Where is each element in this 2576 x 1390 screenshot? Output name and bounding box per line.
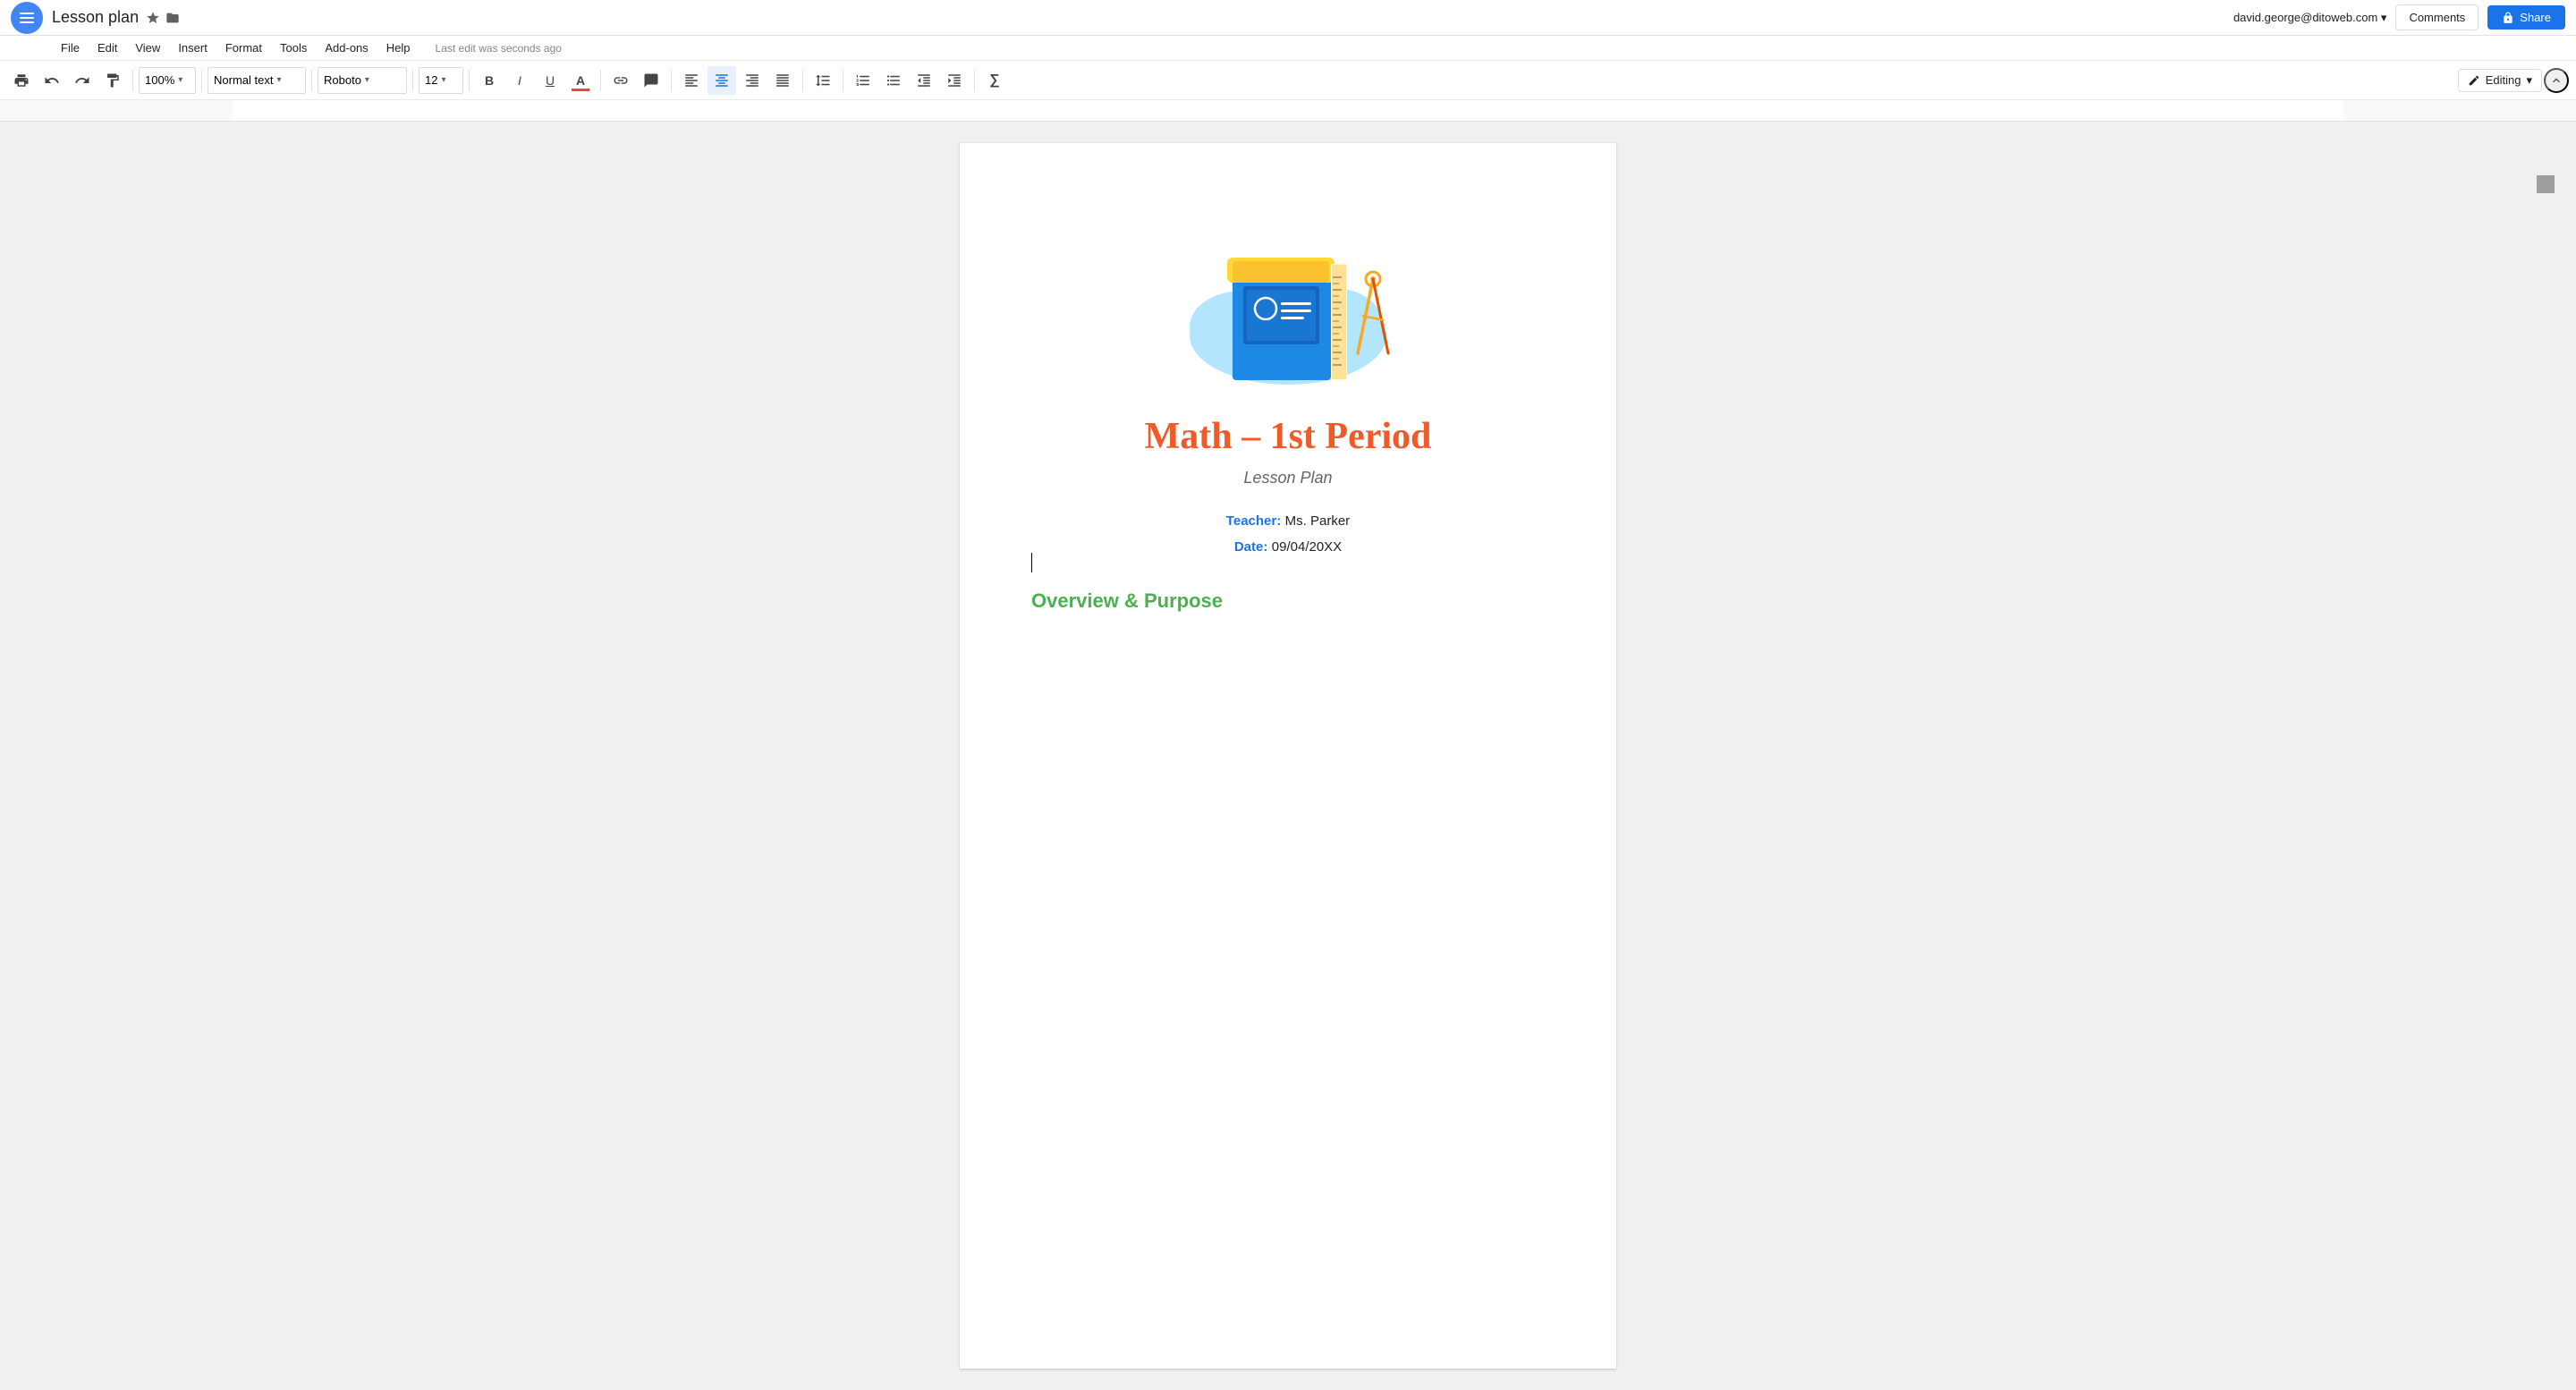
collapse-toolbar-button[interactable]	[2544, 68, 2569, 93]
document-page[interactable]: Math – 1st Period Lesson Plan Teacher: M…	[960, 143, 1616, 1369]
teacher-label: Teacher:	[1226, 513, 1281, 529]
menu-format[interactable]: Format	[218, 38, 269, 57]
align-center-button[interactable]	[708, 66, 736, 95]
date-line: Date: 09/04/20XX	[1031, 535, 1545, 561]
numbered-list-button[interactable]	[849, 66, 877, 95]
document-main-title: Math – 1st Period	[1031, 415, 1545, 458]
font-color-button[interactable]: A	[566, 66, 595, 95]
justify-button[interactable]	[768, 66, 797, 95]
bulleted-list-button[interactable]	[879, 66, 908, 95]
folder-icon[interactable]	[165, 11, 180, 25]
divider-5	[469, 70, 470, 91]
menu-insert[interactable]: Insert	[171, 38, 215, 57]
align-left-button[interactable]	[677, 66, 706, 95]
text-style-selector[interactable]: Normal text ▾	[208, 67, 306, 94]
date-label: Date:	[1234, 539, 1268, 555]
main-content: Math – 1st Period Lesson Plan Teacher: M…	[0, 122, 2576, 1390]
divider-7	[671, 70, 672, 91]
math-illustration	[1154, 197, 1422, 394]
zoom-selector[interactable]: 100% ▾	[139, 67, 196, 94]
divider-1	[132, 70, 133, 91]
lock-icon	[2502, 12, 2514, 24]
menu-bar: File Edit View Insert Format Tools Add-o…	[0, 36, 2576, 61]
divider-8	[802, 70, 803, 91]
divider-4	[412, 70, 413, 91]
app-menu-button[interactable]	[11, 2, 43, 34]
indent-less-button[interactable]	[910, 66, 938, 95]
bold-button[interactable]: B	[475, 66, 504, 95]
section-title: Overview & Purpose	[1031, 589, 1545, 613]
last-edit-status: Last edit was seconds ago	[436, 42, 562, 55]
top-bar: Lesson plan david.george@ditoweb.com ▾ C…	[0, 0, 2576, 36]
comment-button[interactable]	[637, 66, 665, 95]
teacher-value: Ms. Parker	[1285, 513, 1351, 529]
menu-edit[interactable]: Edit	[90, 38, 124, 57]
paint-format-button[interactable]	[98, 66, 127, 95]
teacher-line: Teacher: Ms. Parker	[1031, 509, 1545, 535]
comments-button[interactable]: Comments	[2395, 4, 2479, 30]
print-button[interactable]	[7, 66, 36, 95]
editing-mode-arrow: ▾	[2526, 73, 2532, 88]
toolbar: 100% ▾ Normal text ▾ Roboto ▾ 12 ▾ B I U…	[0, 61, 2576, 100]
menu-tools[interactable]: Tools	[273, 38, 314, 57]
redo-button[interactable]	[68, 66, 97, 95]
menu-help[interactable]: Help	[379, 38, 418, 57]
menu-file[interactable]: File	[54, 38, 87, 57]
divider-2	[201, 70, 202, 91]
ruler	[0, 100, 2576, 122]
font-size-selector[interactable]: 12 ▾	[419, 67, 463, 94]
ruler-inner	[233, 100, 2343, 121]
title-icons	[146, 11, 180, 25]
document-title[interactable]: Lesson plan	[52, 8, 139, 27]
menu-view[interactable]: View	[128, 38, 167, 57]
menu-addons[interactable]: Add-ons	[318, 38, 375, 57]
page-thumbnail[interactable]	[2537, 175, 2555, 193]
share-label: Share	[2520, 11, 2551, 24]
user-email[interactable]: david.george@ditoweb.com ▾	[2233, 11, 2386, 25]
undo-button[interactable]	[38, 66, 66, 95]
font-selector[interactable]: Roboto ▾	[318, 67, 407, 94]
line-spacing-button[interactable]	[809, 66, 837, 95]
editing-mode-selector[interactable]: Editing ▾	[2458, 69, 2542, 92]
text-cursor	[1031, 553, 1032, 572]
divider-3	[311, 70, 312, 91]
divider-6	[600, 70, 601, 91]
divider-10	[974, 70, 975, 91]
link-button[interactable]	[606, 66, 635, 95]
pencil-icon	[2468, 74, 2480, 87]
document-subtitle: Lesson Plan	[1031, 469, 1545, 487]
star-icon[interactable]	[146, 11, 160, 25]
share-button[interactable]: Share	[2487, 5, 2565, 30]
underline-button[interactable]: U	[536, 66, 564, 95]
formula-button[interactable]: ∑	[980, 66, 1009, 95]
indent-more-button[interactable]	[940, 66, 969, 95]
italic-button[interactable]: I	[505, 66, 534, 95]
illustration-container	[1031, 197, 1545, 394]
editing-mode-label: Editing	[2486, 73, 2521, 87]
document-meta: Teacher: Ms. Parker Date: 09/04/20XX	[1031, 509, 1545, 561]
date-value: 09/04/20XX	[1272, 539, 1342, 555]
top-right-controls: david.george@ditoweb.com ▾ Comments Shar…	[2233, 4, 2565, 30]
align-right-button[interactable]	[738, 66, 767, 95]
